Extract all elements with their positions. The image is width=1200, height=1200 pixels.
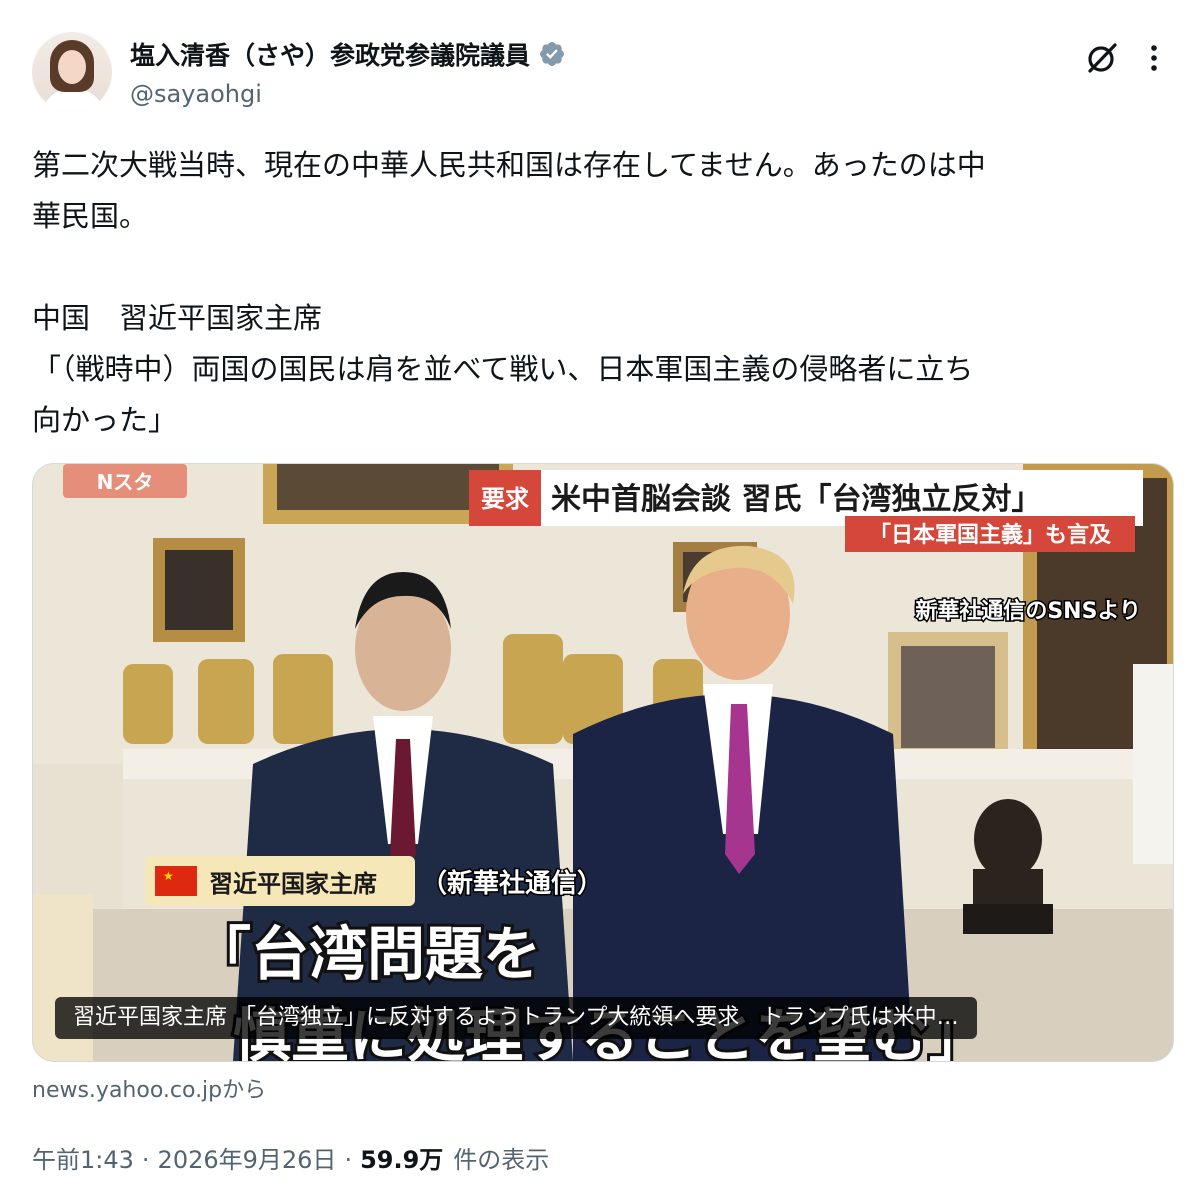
meta-separator: ·: [141, 1146, 150, 1174]
bust-sculpture: [974, 799, 1042, 879]
speaker-source: （新華社通信）: [421, 868, 603, 899]
source-note: 新華社通信のSNSより: [915, 598, 1141, 624]
card-source-link[interactable]: news.yahoo.co.jpから: [32, 1072, 266, 1104]
verified-badge-icon: [540, 42, 564, 66]
tweet-date[interactable]: 2026年9月26日: [158, 1140, 337, 1175]
speaker-label: 習近平国家主席: [209, 870, 377, 898]
avatar[interactable]: [32, 32, 112, 112]
grok-icon[interactable]: [1084, 40, 1120, 76]
views-count[interactable]: 59.9万: [360, 1140, 443, 1175]
headline: 米中首脳会談 習氏「台湾独立反対」: [551, 482, 1041, 517]
tweet-time[interactable]: 午前1:43: [32, 1140, 134, 1175]
card-title-overlay: 習近平国家主席 「台湾独立」に反対するようトランプ大統領へ要求 トランプ氏は米中…: [55, 997, 977, 1039]
more-icon[interactable]: [1136, 40, 1172, 76]
author-display-name[interactable]: 塩入清香（さや）参政党参議院議員: [130, 36, 530, 72]
views-label[interactable]: 件の表示: [453, 1140, 549, 1175]
tweet-text: 第二次大戦当時、現在の中華人民共和国は存在してません。あったのは中 華民国。 中…: [32, 148, 986, 437]
author-name-row: 塩入清香（さや）参政党参議院議員: [130, 36, 566, 72]
author-handle[interactable]: @sayaohgi: [130, 80, 262, 108]
link-card-image[interactable]: Nスタ 要求 米中首脳会談 習氏「台湾独立反対」 「日本軍国主義」も言及 新華社…: [32, 463, 1174, 1062]
program-logo: Nスタ: [97, 470, 154, 494]
news-screenshot: Nスタ 要求 米中首脳会談 習氏「台湾独立反対」 「日本軍国主義」も言及 新華社…: [33, 464, 1173, 1061]
tweet-meta: 午前1:43 · 2026年9月26日 · 59.9万 件の表示: [32, 1140, 549, 1175]
tweet-header: 塩入清香（さや）参政党参議院議員 @sayaohgi: [32, 32, 1172, 112]
headline-tag: 要求: [481, 485, 529, 513]
svg-text:★: ★: [163, 869, 174, 883]
china-flag-icon: [155, 866, 197, 896]
quote-line-1: 「台湾問題を: [193, 920, 541, 988]
meta-separator: ·: [344, 1146, 353, 1174]
subheadline: 「日本軍国主義」も言及: [869, 522, 1112, 548]
